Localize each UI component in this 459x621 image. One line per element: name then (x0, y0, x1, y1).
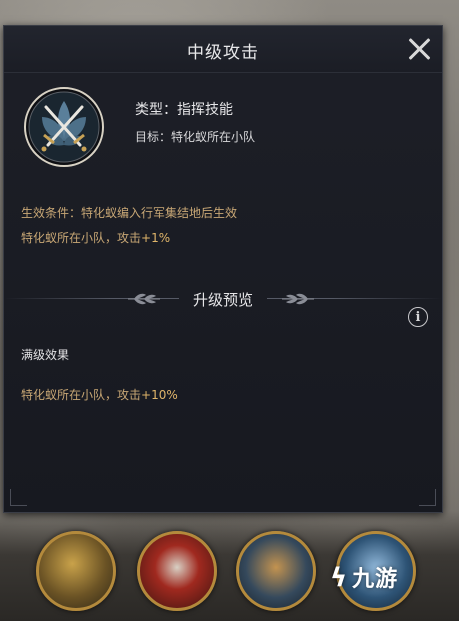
frame-corner (10, 489, 27, 506)
skill-slot-2[interactable] (137, 531, 217, 611)
upgrade-preview-title: 升级预览 (178, 289, 267, 310)
upgrade-preview-heading: 升级预览 (4, 289, 442, 310)
crossed-swords-icon (24, 87, 104, 167)
skill-detail-dialog: 中级攻击 类型：指挥技能 目标：特化蚁所在小队 生效条件：特化蚁编入行军集结地后… (3, 25, 443, 513)
max-level-effect: 特化蚁所在小队，攻击+10% (21, 386, 178, 403)
skill-type: 类型：指挥技能 (135, 102, 233, 118)
info-icon[interactable]: i (408, 307, 428, 327)
current-effect: 特化蚁所在小队，攻击+1% (21, 229, 170, 246)
current-effect-text: 特化蚁所在小队，攻击 (21, 231, 142, 245)
leaf-ornament-icon (282, 293, 314, 305)
dialog-title: 中级攻击 (187, 43, 259, 63)
max-effect-text: 特化蚁所在小队，攻击 (21, 388, 142, 402)
current-effect-value: +1% (141, 231, 171, 245)
skill-slot-3[interactable] (236, 531, 316, 611)
watermark-text: 九游 (352, 567, 399, 592)
close-icon[interactable] (404, 34, 434, 64)
watermark-mark: ϟ (330, 563, 349, 593)
skill-slot-1[interactable] (36, 531, 116, 611)
activation-condition: 生效条件：特化蚁编入行军集结地后生效 (21, 206, 238, 220)
max-effect-value: +10% (141, 388, 178, 402)
watermark-logo: ϟ 九游 (330, 561, 398, 593)
dialog-header: 中级攻击 (4, 26, 442, 73)
frame-corner (419, 489, 436, 506)
skill-target: 目标：特化蚁所在小队 (135, 130, 256, 144)
max-level-title: 满级效果 (21, 348, 70, 362)
